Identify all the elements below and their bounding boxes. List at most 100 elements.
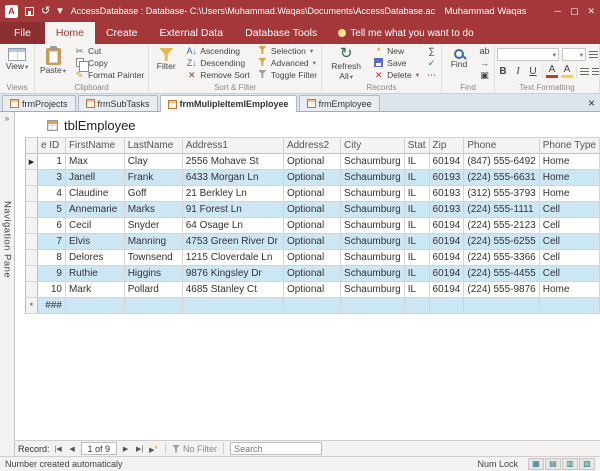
cut-button[interactable]: ✂ Cut	[72, 45, 146, 57]
highlight-color-button[interactable]: A	[561, 65, 573, 78]
cell[interactable]: (224) 555-1111	[464, 202, 539, 218]
cell[interactable]: 2556 Mohave St	[182, 154, 283, 170]
cell[interactable]: (224) 555-6255	[464, 234, 539, 250]
remove-sort-button[interactable]: ✕ Remove Sort	[184, 69, 252, 81]
cell[interactable]: Ruthie	[65, 266, 124, 282]
cell[interactable]: (224) 555-6631	[464, 170, 539, 186]
cell[interactable]: Optional	[283, 186, 340, 202]
cell[interactable]: Cecil	[65, 218, 124, 234]
new-record-row[interactable]: * ###	[26, 298, 600, 314]
align-center-icon[interactable]	[592, 68, 600, 75]
table-row[interactable]: 10 Mark Pollard 4685 Stanley Ct Optional…	[26, 282, 600, 298]
find-button[interactable]: Find	[444, 45, 474, 70]
toggle-filter-button[interactable]: Toggle Filter	[255, 69, 319, 81]
cell[interactable]: Schaumburg	[341, 186, 405, 202]
column-header-phone[interactable]: Phone	[464, 138, 539, 154]
record-selector[interactable]	[26, 282, 38, 298]
cell[interactable]: Cell	[539, 266, 599, 282]
cell[interactable]: Mark	[65, 282, 124, 298]
signed-in-user[interactable]: Muhammad Waqas	[445, 6, 527, 17]
table-row[interactable]: ▶ 1 Max Clay 2556 Mohave St Optional Sch…	[26, 154, 600, 170]
tell-me-box[interactable]: Tell me what you want to do	[338, 22, 473, 44]
cell[interactable]	[464, 298, 539, 314]
record-selector[interactable]	[26, 234, 38, 250]
cell[interactable]: IL	[404, 282, 429, 298]
tab-frmSubTasks[interactable]: frmSubTasks	[78, 95, 158, 111]
cell[interactable]: (312) 555-3793	[464, 186, 539, 202]
cell[interactable]: IL	[404, 266, 429, 282]
ascending-button[interactable]: A↓ Ascending	[184, 45, 252, 57]
next-record-button[interactable]: ▶	[120, 445, 131, 453]
layout-view-shortcut[interactable]: ▥	[562, 458, 578, 470]
cell[interactable]: 60194	[429, 234, 464, 250]
cell[interactable]: IL	[404, 154, 429, 170]
access-app-icon[interactable]: A	[5, 5, 18, 18]
close-icon[interactable]: ✕	[587, 6, 595, 16]
record-selector[interactable]	[26, 266, 38, 282]
column-header-state[interactable]: Stat	[404, 138, 429, 154]
datasheet-view-shortcut[interactable]: ▦	[528, 458, 544, 470]
expand-nav-pane-icon[interactable]: »	[5, 112, 9, 123]
cell[interactable]: Higgins	[124, 266, 182, 282]
goto-button[interactable]: →	[477, 57, 492, 69]
cell[interactable]: IL	[404, 218, 429, 234]
navigation-pane-collapsed[interactable]: » Navigation Pane	[0, 112, 15, 456]
advanced-button[interactable]: Advanced▾	[255, 57, 319, 69]
cell[interactable]	[124, 298, 182, 314]
cell[interactable]: 9	[37, 266, 65, 282]
cell[interactable]: Janell	[65, 170, 124, 186]
cell[interactable]: ###	[37, 298, 65, 314]
selection-button[interactable]: Selection▾	[255, 45, 319, 57]
qat-dropdown-icon[interactable]: ▾	[57, 5, 63, 17]
cell[interactable]: Goff	[124, 186, 182, 202]
cell[interactable]: 7	[37, 234, 65, 250]
cell[interactable]: IL	[404, 234, 429, 250]
cell[interactable]: Schaumburg	[341, 282, 405, 298]
cell[interactable]: Optional	[283, 250, 340, 266]
select-button[interactable]: ▣	[477, 69, 492, 81]
cell[interactable]: 60194	[429, 218, 464, 234]
cell[interactable]: IL	[404, 202, 429, 218]
cell[interactable]: Home	[539, 186, 599, 202]
cell[interactable]: 3	[37, 170, 65, 186]
cell[interactable]: Optional	[283, 234, 340, 250]
table-row[interactable]: 6 Cecil Snyder 64 Osage Ln Optional Scha…	[26, 218, 600, 234]
cell[interactable]: 60193	[429, 170, 464, 186]
cell[interactable]: Schaumburg	[341, 234, 405, 250]
cell[interactable]: Delores	[65, 250, 124, 266]
table-row[interactable]: 7 Elvis Manning 4753 Green River Dr Opti…	[26, 234, 600, 250]
filter-status-button[interactable]: No Filter	[172, 444, 217, 454]
cell[interactable]: 60193	[429, 186, 464, 202]
cell[interactable]: Optional	[283, 282, 340, 298]
cell[interactable]: Max	[65, 154, 124, 170]
cell[interactable]: 4	[37, 186, 65, 202]
cell[interactable]: (224) 555-9876	[464, 282, 539, 298]
cell[interactable]: Cell	[539, 250, 599, 266]
table-row[interactable]: 5 Annemarie Marks 91 Forest Ln Optional …	[26, 202, 600, 218]
cell[interactable]: Claudine	[65, 186, 124, 202]
record-selector[interactable]	[26, 218, 38, 234]
replace-button[interactable]: ab	[477, 45, 492, 57]
cell[interactable]: IL	[404, 250, 429, 266]
cell[interactable]: Schaumburg	[341, 266, 405, 282]
cell[interactable]: 5	[37, 202, 65, 218]
cell[interactable]: (847) 555-6492	[464, 154, 539, 170]
form-view-shortcut[interactable]: ▤	[545, 458, 561, 470]
cell[interactable]	[65, 298, 124, 314]
copy-button[interactable]: Copy	[72, 57, 146, 69]
cell[interactable]: (224) 555-4455	[464, 266, 539, 282]
table-row[interactable]: 3 Janell Frank 6433 Morgan Ln Optional S…	[26, 170, 600, 186]
cell[interactable]	[341, 298, 405, 314]
column-header-address1[interactable]: Address1	[182, 138, 283, 154]
search-input[interactable]	[230, 442, 322, 455]
close-object-icon[interactable]: ×	[588, 96, 595, 110]
cell[interactable]: Manning	[124, 234, 182, 250]
delete-record-button[interactable]: ✕ Delete▾	[371, 69, 421, 81]
record-selector[interactable]	[26, 202, 38, 218]
cell[interactable]: Optional	[283, 170, 340, 186]
cell[interactable]	[404, 298, 429, 314]
paste-button[interactable]: Paste▾	[37, 45, 69, 76]
tab-home[interactable]: Home	[45, 22, 95, 44]
cell[interactable]: 10	[37, 282, 65, 298]
cell[interactable]: Home	[539, 154, 599, 170]
